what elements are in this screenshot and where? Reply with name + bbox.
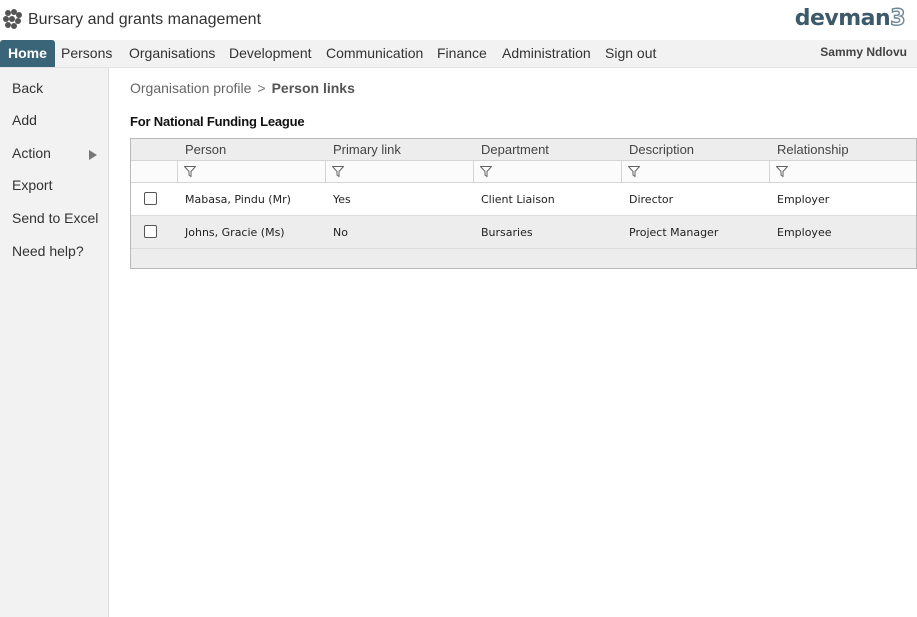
cell-description: Project Manager: [629, 226, 719, 239]
nav-persons[interactable]: Persons: [61, 40, 112, 66]
cell-department: Bursaries: [481, 226, 533, 239]
filter-icon[interactable]: [628, 166, 640, 177]
brand-text: devman: [794, 6, 891, 31]
cell-primary-link: Yes: [333, 193, 351, 206]
current-user: Sammy Ndlovu: [820, 45, 907, 59]
triangle-right-icon[interactable]: [89, 150, 97, 160]
top-bar: Bursary and grants management devman3: [0, 0, 917, 40]
sidebar-item-send-to-excel[interactable]: Send to Excel: [12, 210, 98, 226]
cell-relationship: Employee: [777, 226, 832, 239]
row-checkbox[interactable]: [144, 225, 157, 238]
column-header-primary-link[interactable]: Primary link: [333, 142, 401, 157]
main-nav: Home Persons Organisations Development C…: [0, 40, 917, 68]
filter-cell-person[interactable]: [177, 161, 325, 182]
sidebar: Back Add Action Export Send to Excel Nee…: [0, 68, 109, 617]
column-header-description[interactable]: Description: [629, 142, 694, 157]
filter-cell-relationship[interactable]: [769, 161, 916, 182]
filter-cell-department[interactable]: [473, 161, 621, 182]
filter-cell-description[interactable]: [621, 161, 769, 182]
breadcrumb-current: Person links: [271, 80, 355, 96]
cell-department: Client Liaison: [481, 193, 555, 206]
breadcrumb: Organisation profile > Person links: [130, 80, 355, 96]
brand-number: 3: [889, 5, 906, 31]
table-row[interactable]: Johns, Gracie (Ms) No Bursaries Project …: [131, 216, 916, 249]
cell-person: Johns, Gracie (Ms): [185, 226, 285, 239]
filter-icon[interactable]: [184, 166, 196, 177]
nav-home[interactable]: Home: [0, 40, 55, 67]
app-logo-icon: [3, 9, 22, 29]
sidebar-item-need-help[interactable]: Need help?: [12, 243, 84, 259]
sidebar-item-back[interactable]: Back: [12, 80, 43, 96]
sidebar-item-action[interactable]: Action: [12, 145, 51, 161]
sidebar-item-add[interactable]: Add: [12, 112, 37, 128]
nav-finance[interactable]: Finance: [437, 40, 487, 66]
nav-development[interactable]: Development: [229, 40, 312, 66]
nav-communication[interactable]: Communication: [326, 40, 423, 66]
app-title: Bursary and grants management: [28, 11, 262, 28]
person-links-grid: Person Primary link Department Descripti…: [130, 138, 917, 269]
nav-administration[interactable]: Administration: [502, 40, 591, 66]
grid-header: Person Primary link Department Descripti…: [131, 139, 916, 161]
page-title: For National Funding League: [130, 114, 305, 129]
grid-filter-row: [131, 161, 916, 183]
breadcrumb-separator: >: [257, 80, 266, 96]
cell-relationship: Employer: [777, 193, 830, 206]
breadcrumb-parent[interactable]: Organisation profile: [130, 80, 251, 96]
column-header-relationship[interactable]: Relationship: [777, 142, 849, 157]
filter-icon[interactable]: [332, 166, 344, 177]
cell-primary-link: No: [333, 226, 348, 239]
filter-icon[interactable]: [776, 166, 788, 177]
cell-person: Mabasa, Pindu (Mr): [185, 193, 291, 206]
nav-sign-out[interactable]: Sign out: [605, 40, 656, 66]
cell-description: Director: [629, 193, 674, 206]
filter-cell-primary-link[interactable]: [325, 161, 473, 182]
nav-organisations[interactable]: Organisations: [129, 40, 215, 66]
filter-icon[interactable]: [480, 166, 492, 177]
row-checkbox[interactable]: [144, 192, 157, 205]
column-header-person[interactable]: Person: [185, 142, 226, 157]
brand-logo: devman3: [794, 5, 906, 31]
column-header-department[interactable]: Department: [481, 142, 549, 157]
table-row[interactable]: Mabasa, Pindu (Mr) Yes Client Liaison Di…: [131, 183, 916, 216]
sidebar-item-export[interactable]: Export: [12, 177, 52, 193]
